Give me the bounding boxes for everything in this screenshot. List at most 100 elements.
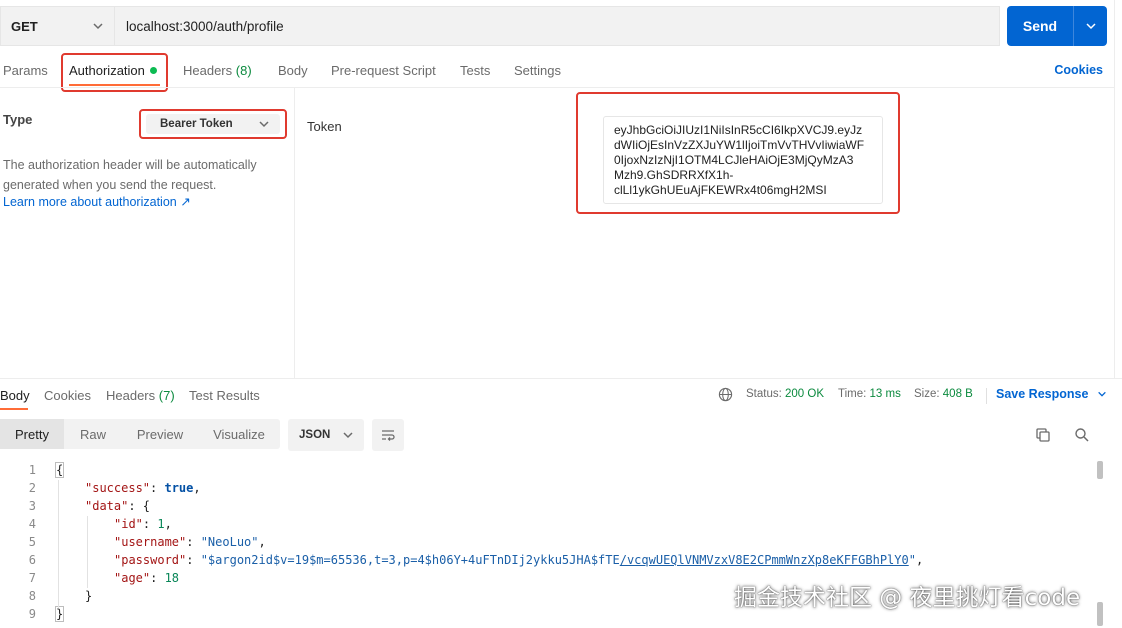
status-indicator[interactable]: Status: 200 OK [746, 388, 824, 400]
wrap-lines-button[interactable] [372, 419, 404, 451]
view-raw-button[interactable]: Raw [64, 419, 122, 449]
tab-body[interactable]: Body [278, 63, 308, 78]
line-number: 7 [28, 571, 36, 585]
json-key: "success" [85, 481, 151, 495]
chevron-down-icon [343, 432, 353, 439]
status-divider [986, 388, 987, 404]
size-value: 408 B [942, 388, 973, 400]
tab-prerequest-script[interactable]: Pre-request Script [331, 63, 436, 78]
view-pretty-button[interactable]: Pretty [0, 419, 64, 449]
code-line: 2 "success": true, [0, 479, 1100, 497]
format-select[interactable]: JSON [288, 419, 364, 451]
view-mode-group: Pretty Raw Preview Visualize [0, 419, 280, 449]
panel-divider [294, 87, 295, 378]
json-value-link[interactable]: /vcqwUEQlVNMVzxV8E2CPmmWnzXp8eKFFGBhPlY0 [620, 553, 909, 567]
json-value: true [164, 481, 194, 495]
watermark: 掘金技术社区 @ 夜里挑灯看code [734, 585, 1081, 611]
code-line: 6 "password": "$argon2id$v=19$m=65536,t=3… [0, 551, 1100, 569]
tab-response-headers-label: Headers [106, 388, 156, 403]
json-value: 18 [164, 571, 180, 585]
json-brace: } [54, 606, 65, 622]
url-input[interactable]: localhost:3000/auth/profile [114, 6, 1000, 46]
status-label: Status: [746, 388, 782, 400]
highlight-box-type [139, 109, 287, 139]
tab-response-cookies[interactable]: Cookies [44, 388, 91, 403]
line-number: 2 [28, 481, 36, 495]
type-label: Type [3, 112, 33, 127]
method-label: GET [11, 18, 38, 34]
view-preview-button[interactable]: Preview [122, 419, 198, 449]
code-line: 1{ [0, 461, 1100, 479]
json-value: 1 [157, 517, 165, 531]
time-value: 13 ms [869, 388, 901, 400]
indent-guide [87, 516, 88, 588]
wrap-lines-icon [382, 430, 395, 441]
divider [0, 87, 1114, 88]
scrollbar-thumb[interactable] [1097, 461, 1103, 479]
json-value: "$argon2id$v=19$m=65536,t=3,p=4$h06Y+4uF… [200, 553, 620, 567]
token-label: Token [307, 119, 342, 134]
json-key: "password" [114, 553, 187, 567]
json-key: "age" [114, 571, 151, 585]
json-value: " [908, 553, 916, 567]
chevron-down-icon [1085, 23, 1096, 30]
tab-tests[interactable]: Tests [460, 63, 490, 78]
request-url-bar: GET localhost:3000/auth/profile [0, 6, 1000, 46]
time-indicator[interactable]: Time: 13 ms [838, 388, 901, 400]
cookies-link[interactable]: Cookies [1054, 63, 1103, 77]
search-icon [1075, 428, 1089, 442]
json-key: "id" [114, 517, 143, 531]
tab-test-results[interactable]: Test Results [189, 388, 260, 403]
line-number: 4 [28, 517, 36, 531]
tab-settings[interactable]: Settings [514, 63, 561, 78]
learn-more-link[interactable]: Learn more about authorization ↗ [3, 194, 191, 209]
chevron-down-icon [93, 23, 103, 30]
view-visualize-button[interactable]: Visualize [198, 419, 280, 449]
json-key: "data" [85, 499, 129, 513]
time-label: Time: [838, 388, 867, 400]
json-key: "username" [114, 535, 187, 549]
scrollbar-thumb[interactable] [1097, 602, 1103, 626]
tab-response-body[interactable]: Body [0, 388, 30, 403]
line-number: 6 [28, 553, 36, 567]
code-line: 3 "data": { [0, 497, 1100, 515]
line-number: 1 [28, 463, 36, 477]
send-label: Send [1022, 18, 1058, 34]
size-indicator[interactable]: Size: 408 B [914, 388, 973, 400]
active-tab-underline [0, 408, 28, 410]
copy-icon [1036, 428, 1050, 442]
line-number: 5 [28, 535, 36, 549]
send-button[interactable]: Send [1007, 6, 1107, 46]
chevron-down-icon [1098, 391, 1106, 397]
response-tabs: Body Cookies Headers (7) Test Results St… [0, 380, 1122, 410]
tab-params[interactable]: Params [3, 63, 48, 78]
status-value: 200 OK [785, 388, 825, 400]
send-options-button[interactable] [1074, 20, 1107, 32]
line-number: 9 [28, 607, 36, 621]
method-select[interactable]: GET [0, 6, 114, 46]
json-brace: { [54, 462, 65, 478]
search-button[interactable] [1072, 425, 1092, 445]
response-headers-count: (7) [158, 388, 175, 403]
line-number: 8 [28, 589, 36, 603]
request-tabs: Params Authorization Headers (8) Body Pr… [0, 56, 1122, 86]
auth-description: The authorization header will be automat… [3, 158, 257, 192]
globe-icon[interactable] [718, 387, 733, 402]
format-value: JSON [299, 429, 331, 441]
right-edge-divider [1114, 0, 1115, 378]
highlight-box-token [576, 92, 900, 214]
json-brace: } [85, 589, 93, 603]
headers-count: (8) [235, 63, 252, 78]
tab-response-headers[interactable]: Headers (7) [106, 388, 175, 403]
size-label: Size: [914, 388, 940, 400]
code-line: 4 "id": 1, [0, 515, 1100, 533]
url-text: localhost:3000/auth/profile [126, 18, 284, 34]
response-divider [0, 378, 1122, 379]
copy-button[interactable] [1033, 425, 1053, 445]
tab-headers-label: Headers [183, 63, 233, 78]
tab-headers[interactable]: Headers (8) [183, 63, 252, 78]
code-line: 5 "username": "NeoLuo", [0, 533, 1100, 551]
save-response-button[interactable]: Save Response [996, 387, 1107, 401]
indent-guide [58, 480, 59, 608]
line-number: 3 [28, 499, 36, 513]
